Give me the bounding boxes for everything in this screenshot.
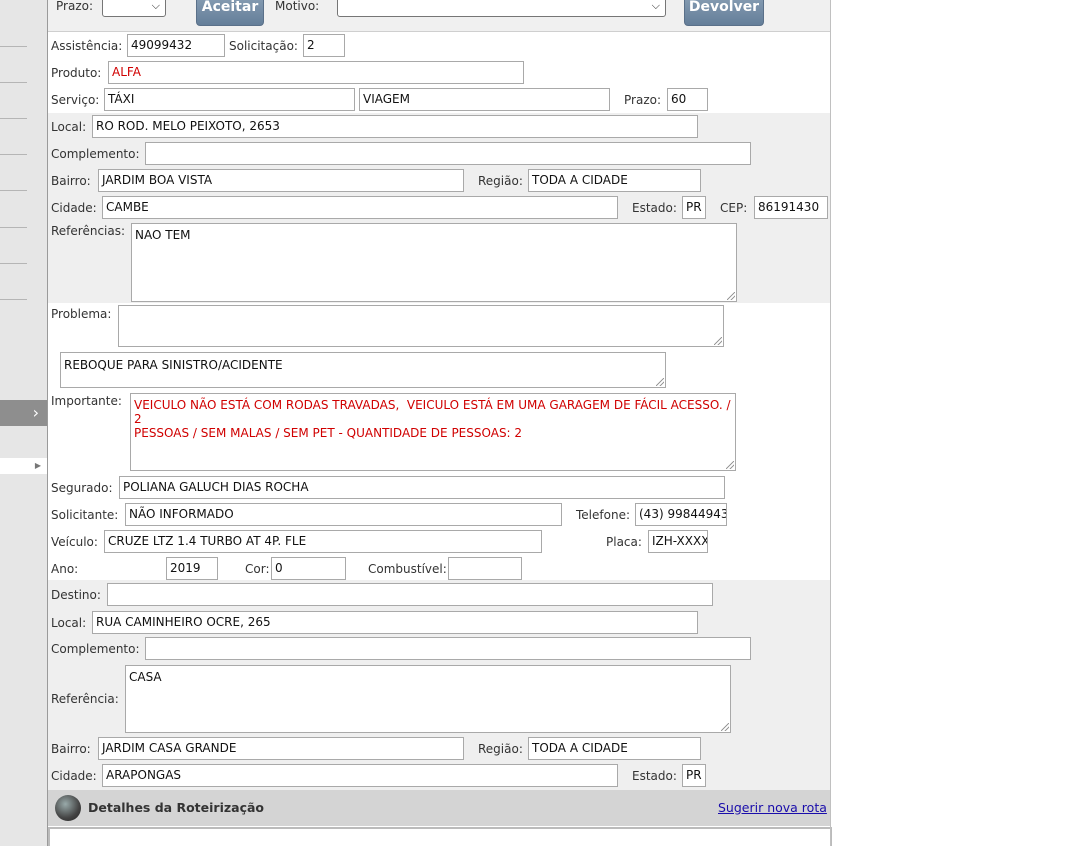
ano-label: Ano: [51,562,79,576]
assistencia-field[interactable]: 49099432 [127,34,225,57]
complemento-field[interactable] [145,142,751,165]
problema-textarea[interactable] [118,305,724,347]
resize-grip-icon[interactable] [727,292,735,300]
telefone-label: Telefone: [576,508,630,522]
regiao-field[interactable]: TODA A CIDADE [528,169,701,192]
servico-tipo-field[interactable]: VIAGEM [359,88,610,111]
destino-referencia-text: CASA [129,670,162,684]
problema-detalhe-text: REBOQUE PARA SINISTRO/ACIDENTE [64,358,283,372]
segurado-field[interactable]: POLIANA GALUCH DIAS ROCHA [119,476,725,499]
referencias-label: Referências: [51,224,126,238]
motivo-select[interactable]: ⌵ [337,0,666,17]
local-field[interactable]: RO ROD. MELO PEIXOTO, 2653 [92,115,698,138]
roteirizacao-panel [48,827,832,846]
resize-grip-icon[interactable] [656,378,664,386]
segurado-label: Segurado: [51,481,113,495]
prazo-field-label: Prazo: [624,93,661,107]
cor-field[interactable]: 0 [271,557,346,580]
destino-local-label: Local: [51,616,87,630]
sidebar-toggle[interactable]: ▶ [0,458,47,474]
triangle-right-icon: ▶ [34,461,41,470]
chevron-down-icon: ⌵ [651,0,660,12]
main-right-border [830,0,831,846]
sidebar-divider [0,46,27,47]
cor-label: Cor: [245,562,270,576]
regiao-label: Região: [478,174,523,188]
destino-cidade-field[interactable]: ARAPONGAS [102,764,618,787]
cep-field[interactable]: 86191430 [754,196,828,219]
solicitante-label: Solicitante: [51,508,119,522]
problema-detalhe-textarea[interactable]: REBOQUE PARA SINISTRO/ACIDENTE [60,352,666,388]
solicitacao-field[interactable]: 2 [303,34,345,57]
destino-estado-field[interactable]: PR [682,764,706,787]
produto-field[interactable]: ALFA [108,61,524,84]
sugerir-nova-rota-link[interactable]: Sugerir nova rota [718,800,827,815]
cidade-field[interactable]: CAMBE [102,196,618,219]
referencias-textarea[interactable]: NAO TEM [131,223,737,302]
importante-label: Importante: [51,394,122,408]
destino-complemento-label: Complemento: [51,642,140,656]
destino-regiao-field[interactable]: TODA A CIDADE [528,737,701,760]
destino-regiao-label: Região: [478,742,523,756]
prazo-field[interactable]: 60 [667,88,708,111]
solicitante-field[interactable]: NÃO INFORMADO [125,503,562,526]
sidebar-divider [0,227,27,228]
globe-icon [55,795,81,821]
chevron-down-icon: ⌵ [151,0,160,12]
prazo-select[interactable]: ⌵ [102,0,166,17]
complemento-label: Complemento: [51,147,140,161]
devolver-button[interactable]: Devolver [684,0,764,26]
resize-grip-icon[interactable] [714,337,722,345]
telefone-field[interactable]: (43) 998449434 [635,503,727,526]
destino-bairro-field[interactable]: JARDIM CASA GRANDE [98,737,464,760]
destino-estado-label: Estado: [632,769,677,783]
combustivel-label: Combustível: [368,562,447,576]
resize-grip-icon[interactable] [726,461,734,469]
ano-field[interactable]: 2019 [166,557,218,580]
veiculo-label: Veículo: [51,535,98,549]
sidebar-divider [0,82,27,83]
servico-label: Serviço: [51,93,100,107]
sidebar-divider [0,154,27,155]
destino-referencia-textarea[interactable]: CASA [125,665,731,733]
importante-textarea[interactable]: VEICULO NÃO ESTÁ COM RODAS TRAVADAS, VEI… [130,393,736,471]
sidebar-divider [0,299,27,300]
sidebar-expand-button[interactable]: › [0,400,47,426]
destino-cidade-label: Cidade: [51,769,97,783]
destino-complemento-field[interactable] [145,637,751,660]
servico-field[interactable]: TÁXI [104,88,355,111]
assistencia-label: Assistência: [51,39,123,53]
placa-field[interactable]: IZH-XXXX [648,530,708,553]
bairro-label: Bairro: [51,174,91,188]
sidebar-divider [0,263,27,264]
importante-text: VEICULO NÃO ESTÁ COM RODAS TRAVADAS, VEI… [134,398,731,440]
placa-label: Placa: [606,535,642,549]
destino-referencia-label: Referência: [51,692,119,706]
solicitacao-label: Solicitação: [229,39,298,53]
estado-label: Estado: [632,201,677,215]
problema-label: Problema: [51,307,112,321]
estado-field[interactable]: PR [682,196,706,219]
resize-grip-icon[interactable] [721,723,729,731]
chevron-right-icon: › [32,403,39,422]
left-sidebar: › ▶ [0,0,47,846]
destino-field[interactable] [107,583,713,606]
combustivel-field[interactable] [448,557,522,580]
cidade-label: Cidade: [51,201,97,215]
destino-label: Destino: [51,588,101,602]
bairro-field[interactable]: JARDIM BOA VISTA [98,169,464,192]
local-label: Local: [51,120,87,134]
referencias-text: NAO TEM [135,228,191,242]
produto-label: Produto: [51,66,102,80]
destino-local-field[interactable]: RUA CAMINHEIRO OCRE, 265 [92,611,698,634]
veiculo-field[interactable]: CRUZE LTZ 1.4 TURBO AT 4P. FLE [104,530,542,553]
roteirizacao-title: Detalhes da Roteirização [88,800,264,815]
aceitar-button[interactable]: Aceitar [196,0,264,26]
destino-bairro-label: Bairro: [51,742,91,756]
cep-label: CEP: [720,201,748,215]
prazo-label: Prazo: [56,0,93,13]
motivo-label: Motivo: [275,0,320,13]
sidebar-divider [0,118,27,119]
sidebar-divider [0,190,27,191]
